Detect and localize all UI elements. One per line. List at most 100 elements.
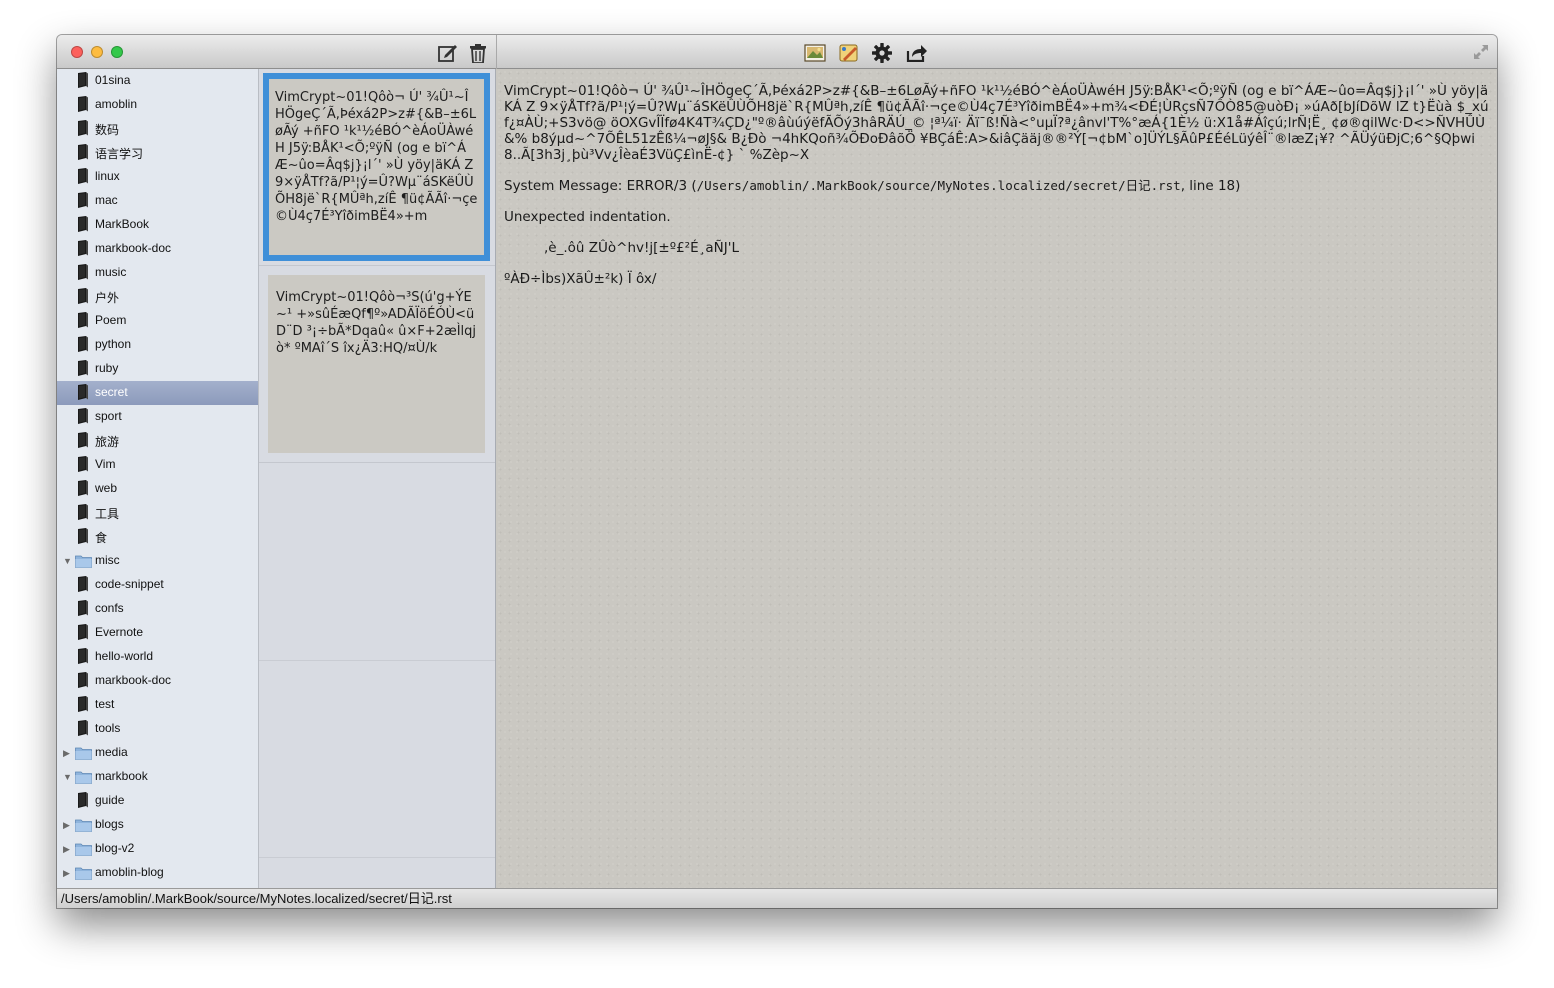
sidebar-item-旅游[interactable]: 旅游 [57,429,258,453]
fullscreen-button[interactable] [1473,44,1489,60]
folder-icon [75,866,92,883]
sidebar-item-label: linux [95,169,120,183]
sidebar-item-ruby[interactable]: ruby [57,357,258,381]
sidebar-item-poem[interactable]: Poem [57,309,258,333]
sidebar-item-label: python [95,337,132,351]
folder-icon [75,770,92,787]
book-icon [77,144,89,164]
sidebar-item-linux[interactable]: linux [57,165,258,189]
sidebar-item-label: test [95,697,115,711]
folder-icon [75,818,92,835]
share-icon [906,45,927,62]
sidebar-item-工具[interactable]: 工具 [57,501,258,525]
sidebar-item-语言学习[interactable]: 语言学习 [57,141,258,165]
sidebar-item-label: mac [95,193,118,207]
sidebar-item-label: Evernote [95,625,144,639]
sidebar-item-label: markbook-doc [95,241,172,255]
toolbar-divider [496,35,497,69]
preview-image-icon [804,44,826,62]
sidebar-item-sport[interactable]: sport [57,405,258,429]
sidebar-item-amoblin-blog[interactable]: ▶ amoblin-blog [57,861,258,885]
book-icon [77,120,89,140]
preview-button[interactable] [803,43,827,63]
delete-note-button[interactable] [467,43,489,63]
book-icon [77,408,89,428]
book-icon [77,192,89,212]
sidebar-item-blog-v2[interactable]: ▶ blog-v2 [57,837,258,861]
note-card[interactable]: VimCrypt~01!Qôò¬³S(ú'g+ÝE~¹ +»sûÉæQf¶º»A… [259,266,495,463]
note-card[interactable]: VimCrypt~01!Qôò¬ Ú' ¾Û¹~ÎHÖgeÇ´Ã,Þéxá2P>… [259,69,495,266]
book-icon [77,168,89,188]
system-message-path: /Users/amoblin/.MarkBook/source/MyNotes.… [696,178,1181,193]
edit-mode-button[interactable] [837,43,861,63]
share-button[interactable] [905,43,929,63]
sidebar-item-label: 语言学习 [95,147,144,161]
sidebar-item-mac[interactable]: mac [57,189,258,213]
sidebar-item-label: markbook-doc [95,673,172,687]
disclosure-expanded-icon[interactable]: ▼ [63,557,72,566]
sidebar-item-markbook[interactable]: ▼ markbook [57,765,258,789]
sidebar-item-label: blogs [95,817,124,831]
disclosure-expanded-icon[interactable]: ▼ [63,773,72,782]
sidebar-item-label: Poem [95,313,127,327]
sidebar-item-secret[interactable]: secret [57,381,258,405]
sidebar-item-amoblin[interactable]: amoblin [57,93,258,117]
sidebar-item-python[interactable]: python [57,333,258,357]
book-icon [77,792,89,812]
system-message-suffix: , line 18) [1180,178,1241,194]
sidebar-item-label: amoblin [95,97,138,111]
sidebar-item-code-snippet[interactable]: code-snippet [57,573,258,597]
gear-icon [872,43,892,63]
folder-icon [75,842,92,859]
sidebar-item-markbook-doc[interactable]: markbook-doc [57,669,258,693]
disclosure-collapsed-icon[interactable]: ▶ [63,749,71,758]
sidebar-item-markbook-doc[interactable]: markbook-doc [57,237,258,261]
sidebar-item-guide[interactable]: guide [57,789,258,813]
book-icon [77,72,89,92]
book-icon [77,312,89,332]
close-window-button[interactable] [71,46,83,58]
sidebar-item-blogs[interactable]: ▶ blogs [57,813,258,837]
sidebar-item-label: 食 [95,531,108,545]
minimize-window-button[interactable] [91,46,103,58]
indented-block: ,è_.ôû ZÛò^hv!j[±º£²É¸aÑJ'L [544,240,739,256]
trash-icon [470,43,486,63]
zoom-window-button[interactable] [111,46,123,58]
sidebar-item-label: 户外 [95,291,120,305]
sidebar-item-misc[interactable]: ▼ misc [57,549,258,573]
sidebar-item-web[interactable]: web [57,477,258,501]
book-icon [77,504,89,524]
disclosure-collapsed-icon[interactable]: ▶ [63,869,71,878]
sidebar-item-label: 数码 [95,123,120,137]
sidebar-item-tools[interactable]: tools [57,717,258,741]
sidebar-item-食[interactable]: 食 [57,525,258,549]
sidebar-item-confs[interactable]: confs [57,597,258,621]
disclosure-collapsed-icon[interactable]: ▶ [63,845,71,854]
sidebar-item-test[interactable]: test [57,693,258,717]
note-content[interactable]: VimCrypt~01!Qôò¬ Ú' ¾Û¹~ÎHÖgeÇ´Ã,Þéxá2P>… [496,69,1497,888]
note-preview: VimCrypt~01!Qôò¬³S(ú'g+ÝE~¹ +»sûÉæQf¶º»A… [268,275,485,453]
settings-button[interactable] [871,43,893,63]
sidebar-item-户外[interactable]: 户外 [57,285,258,309]
sidebar-item-数码[interactable]: 数码 [57,117,258,141]
compose-icon [438,45,457,62]
sidebar-item-hello-world[interactable]: hello-world [57,645,258,669]
book-icon [77,624,89,644]
empty-note-slot [259,660,495,858]
sidebar-item-label: MarkBook [95,217,150,231]
sidebar-item-label: web [95,481,118,495]
sidebar-item-label: code-snippet [95,577,164,591]
sidebar-item-markbook[interactable]: MarkBook [57,213,258,237]
sidebar-item-music[interactable]: music [57,261,258,285]
book-icon [77,240,89,260]
new-note-button[interactable] [437,43,459,63]
book-icon [77,336,89,356]
sidebar-item-vim[interactable]: Vim [57,453,258,477]
book-icon [77,696,89,716]
sidebar-item-media[interactable]: ▶ media [57,741,258,765]
sidebar-item-evernote[interactable]: Evernote [57,621,258,645]
book-icon [77,528,89,548]
sidebar-item-01sina[interactable]: 01sina [57,69,258,93]
disclosure-collapsed-icon[interactable]: ▶ [63,821,71,830]
empty-note-slot [259,463,495,661]
